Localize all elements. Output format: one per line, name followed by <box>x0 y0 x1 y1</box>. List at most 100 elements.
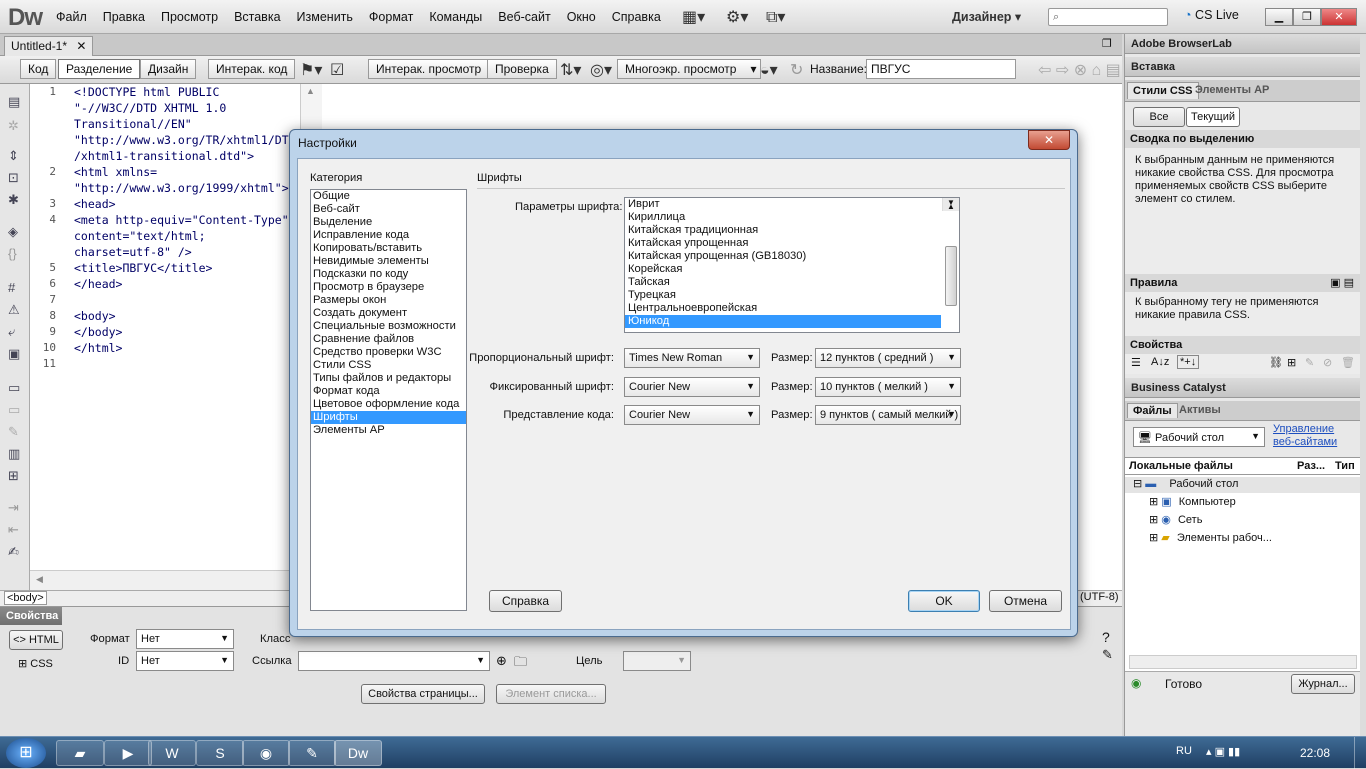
scroll-down-icon[interactable]: ▼ <box>947 198 955 209</box>
all-button[interactable]: Все <box>1133 107 1185 127</box>
refresh-icon[interactable]: ↻ <box>790 60 803 80</box>
code-line[interactable]: <meta http-equiv="Content-Type" <box>70 212 300 228</box>
edit-rule-icon[interactable]: ✎ <box>1305 356 1314 369</box>
format-source-icon[interactable]: ✍ <box>8 544 19 560</box>
category-item[interactable]: Средство проверки W3C <box>311 346 466 359</box>
list-item[interactable]: ⊞ ▰ Элементы рабоч... <box>1149 531 1272 544</box>
size-select[interactable]: 9 пунктов ( самый мелкий ) ▼ <box>815 405 961 425</box>
clock[interactable]: 22:08 <box>1300 746 1330 760</box>
expand-icon[interactable]: ⊞ <box>1149 496 1158 508</box>
multiscreen-button[interactable]: Многоэкр. просмотр ▾ <box>617 59 762 79</box>
id-select[interactable]: Нет ▼ <box>136 651 234 671</box>
inspect-options-icon[interactable]: ⚑▾ <box>300 60 322 80</box>
code-line[interactable]: </body> <box>70 324 300 340</box>
visual-aids-icon[interactable]: ◒▾ <box>760 60 778 80</box>
menu-item[interactable]: Формат <box>369 10 413 24</box>
category-item[interactable]: Копировать/вставить <box>311 242 466 255</box>
back-icon[interactable]: ⇦ ⇨ ⊗ ⌂ ▤ <box>1038 60 1121 80</box>
manage-sites-link[interactable]: Управление веб-сайтами <box>1273 423 1343 449</box>
menu-item[interactable]: Окно <box>567 10 596 24</box>
encoding-item[interactable]: Иврит <box>625 198 959 211</box>
category-item[interactable]: Шрифты <box>311 411 466 424</box>
scroll-left-icon[interactable]: ◀ <box>36 574 43 585</box>
category-item[interactable]: Формат кода <box>311 385 466 398</box>
category-item[interactable]: Веб-сайт <box>311 203 466 216</box>
layout-icon[interactable]: ▦▾ <box>682 7 705 27</box>
code-line[interactable]: <html xmlns= <box>70 164 300 180</box>
code-line[interactable]: charset=utf-8" /> <box>70 244 300 260</box>
live-view-button[interactable]: Интерак. просмотр <box>368 59 490 79</box>
category-item[interactable]: Размеры окон <box>311 294 466 307</box>
alpha-sort-icon[interactable]: A↓z <box>1151 356 1169 368</box>
chrome-icon[interactable]: ◉ <box>242 740 290 766</box>
new-css-rule-icon[interactable]: ⊞ <box>1287 356 1296 369</box>
log-button[interactable]: Журнал... <box>1291 674 1355 694</box>
menu-item[interactable]: Изменить <box>297 10 353 24</box>
code-line[interactable]: /xhtml1-transitional.dtd"> <box>70 148 300 164</box>
line-numbers-icon[interactable]: # <box>8 280 15 295</box>
current-button[interactable]: Текущий <box>1186 107 1240 127</box>
paint-icon[interactable]: ✎ <box>288 740 336 766</box>
explorer-icon[interactable]: ▰ <box>56 740 104 766</box>
indent-icon[interactable]: ⇥ <box>8 500 19 516</box>
body-tag[interactable]: <body> <box>4 591 47 605</box>
scroll-thumb[interactable] <box>945 246 957 306</box>
design-view-button[interactable]: Дизайн <box>140 59 197 79</box>
encoding-item[interactable]: Юникод <box>625 315 941 328</box>
collapse-icon[interactable]: ⊟ <box>1133 478 1142 490</box>
tab-files[interactable]: Файлы <box>1127 403 1178 418</box>
category-item[interactable]: Типы файлов и редакторы <box>311 372 466 385</box>
scroll-up-icon[interactable]: ▲ <box>306 86 315 96</box>
code-line[interactable]: <head> <box>70 196 300 212</box>
recent-snippets-icon[interactable]: ▥ <box>8 446 20 462</box>
category-item[interactable]: Просмотр в браузере <box>311 281 466 294</box>
list-item-button[interactable]: Элемент списка... <box>496 684 606 704</box>
tab-ap-elements[interactable]: Элементы AP <box>1195 84 1269 96</box>
target-select[interactable]: ▼ <box>623 651 691 671</box>
gear-icon[interactable]: ⚙▾ <box>726 7 748 27</box>
help-icon[interactable]: ? <box>1102 629 1110 645</box>
category-item[interactable]: Исправление кода <box>311 229 466 242</box>
code-line[interactable]: <!DOCTYPE html PUBLIC <box>70 84 300 100</box>
word-icon[interactable]: W <box>148 740 196 766</box>
site-tree-icon[interactable]: ⧉▾ <box>766 7 785 27</box>
font-select[interactable]: Times New Roman ▼ <box>624 348 760 368</box>
menu-item[interactable]: Просмотр <box>161 10 218 24</box>
encoding-item[interactable]: Китайская упрощенная (GB18030) <box>625 250 959 263</box>
code-line[interactable]: </html> <box>70 340 300 356</box>
dialog-close-button[interactable]: ✕ <box>1028 130 1070 150</box>
window-close-button[interactable]: ✕ <box>1321 8 1357 26</box>
disable-icon[interactable]: ⊘ <box>1323 356 1332 369</box>
help-button[interactable]: Справка <box>489 590 562 612</box>
encoding-scrollbar[interactable]: ▲ ▼ <box>942 198 959 306</box>
apply-comment-icon[interactable]: ▭ <box>8 380 20 396</box>
category-list[interactable]: Общие Веб-сайт Выделение Исправление кода Ко… <box>310 189 467 611</box>
expand-all-icon[interactable]: ✱ <box>8 192 19 208</box>
wrap-tag-icon[interactable]: ✎ <box>8 424 19 440</box>
encoding-item[interactable]: Турецкая <box>625 289 959 302</box>
col-size[interactable]: Раз... <box>1297 460 1325 472</box>
code-line[interactable]: </head> <box>70 276 300 292</box>
file-transfer-icon[interactable]: ⇅▾ <box>560 60 581 80</box>
menu-item[interactable]: Веб-сайт <box>498 10 550 24</box>
dreamweaver-taskbar-icon[interactable]: Dw <box>334 740 382 766</box>
move-css-icon[interactable]: ⊞ <box>8 468 19 484</box>
quick-tag-editor-icon[interactable]: ✎ <box>1102 647 1113 663</box>
encoding-item[interactable]: Китайская упрощенная <box>625 237 959 250</box>
collapse-tag-icon[interactable]: ⇕ <box>8 148 19 164</box>
code-line[interactable] <box>70 292 300 308</box>
ok-button[interactable]: OK <box>908 590 980 612</box>
outdent-icon[interactable]: ⇤ <box>8 522 19 538</box>
live-code-button[interactable]: Интерак. код <box>208 59 296 79</box>
expand-icon[interactable]: ⊞ <box>1149 532 1158 544</box>
code-line[interactable]: "http://www.w3.org/TR/xhtml1/DTD <box>70 132 300 148</box>
category-item[interactable]: Невидимые элементы <box>311 255 466 268</box>
restore-doc-icon[interactable]: ❐ <box>1102 37 1112 50</box>
start-button[interactable]: ⊞ <box>6 738 46 768</box>
font-select[interactable]: Courier New ▼ <box>624 377 760 397</box>
show-code-navigator-icon[interactable]: ✲ <box>8 118 19 134</box>
category-item[interactable]: Выделение <box>311 216 466 229</box>
inspect-button[interactable]: Проверка <box>487 59 557 79</box>
delete-icon[interactable]: 🗑 <box>1341 356 1355 369</box>
link-input[interactable]: ▼ <box>298 651 490 671</box>
